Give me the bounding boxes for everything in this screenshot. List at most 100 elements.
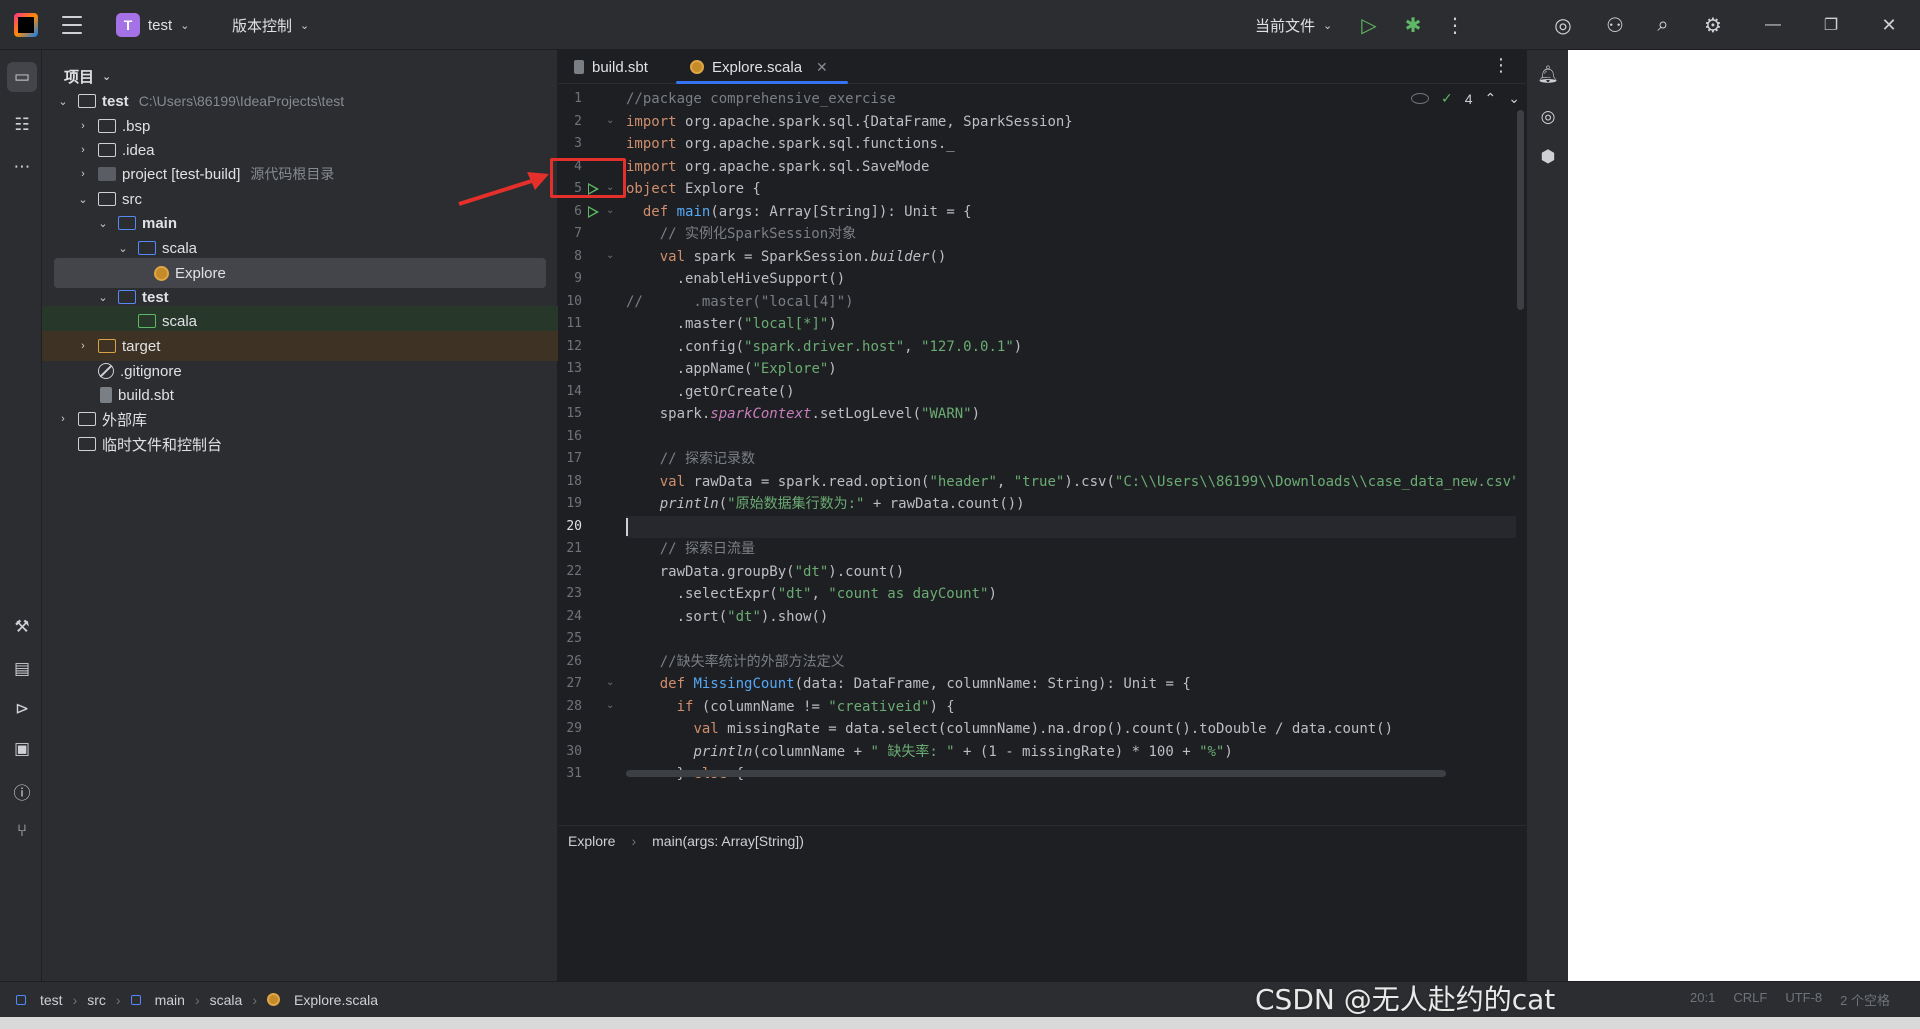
chevron-down-icon[interactable]: ⌄ [96, 291, 110, 304]
fold-chevron-icon[interactable]: ⌄ [606, 205, 614, 216]
project-switcher[interactable]: T test ⌄ [116, 0, 189, 50]
code-line[interactable]: import org.apache.spark.sql.SaveMode [626, 156, 929, 178]
code-line[interactable]: val missingRate = data.select(columnName… [626, 718, 1393, 740]
build-tool-icon[interactable]: ⚒ [9, 614, 35, 640]
vcs-menu[interactable]: 版本控制 ⌄ [232, 0, 309, 50]
project-panel-header[interactable]: 项目 ⌄ [64, 66, 111, 87]
notifications-icon[interactable]: 🔔︎ [1535, 62, 1561, 88]
status-crumb-separator: › [72, 991, 78, 1008]
horizontal-scrollbar[interactable] [626, 770, 1446, 777]
chevron-right-icon[interactable]: › [76, 340, 90, 352]
code-line[interactable]: .getOrCreate() [626, 381, 795, 403]
code-line[interactable]: println(columnName + " 缺失率: " + (1 - mis… [626, 741, 1232, 763]
vcs-menu-label: 版本控制 [232, 17, 293, 35]
code-line[interactable]: .enableHiveSupport() [626, 268, 846, 290]
fold-chevron-icon[interactable]: ⌄ [606, 677, 614, 688]
code-line[interactable]: .appName("Explore") [626, 358, 837, 380]
annotation-arrow [458, 172, 549, 206]
chevron-right-icon[interactable]: › [76, 144, 90, 156]
ai-assistant-icon[interactable]: ◎ [1550, 12, 1576, 38]
gutter-run-icon[interactable] [588, 205, 599, 218]
run-config-selector[interactable]: 当前文件 ⌄ [1255, 0, 1332, 50]
code-line[interactable]: def main(args: Array[String]): Unit = { [626, 201, 972, 223]
chevron-down-icon[interactable]: ⌄ [116, 242, 130, 255]
code-line[interactable]: import org.apache.spark.sql.{DataFrame, … [626, 111, 1073, 133]
code-with-me-icon[interactable]: ⚇ [1602, 12, 1628, 38]
code-line[interactable]: spark.sparkContext.setLogLevel("WARN") [626, 403, 980, 425]
code-line[interactable]: import org.apache.spark.sql.functions._ [626, 133, 955, 155]
ai-chat-icon[interactable]: ◎ [1535, 104, 1561, 130]
module-folder-icon [78, 94, 96, 108]
main-menu-icon[interactable] [62, 16, 82, 34]
chevron-right-icon[interactable]: › [56, 413, 70, 425]
status-crumb[interactable]: test [40, 992, 63, 1008]
code-line[interactable]: rawData.groupBy("dt").count() [626, 561, 904, 583]
status-crumb[interactable]: main [155, 992, 185, 1008]
code-line[interactable]: // 探索记录数 [626, 448, 755, 470]
services-tool-icon[interactable]: ▤ [9, 656, 35, 682]
minimize-icon[interactable]: — [1760, 12, 1786, 38]
code-line[interactable]: .config("spark.driver.host", "127.0.0.1"… [626, 336, 1023, 358]
code-line[interactable]: def MissingCount(data: DataFrame, column… [626, 673, 1191, 695]
tree-item-label: Explore [175, 264, 226, 282]
breadcrumb-item[interactable]: Explore [568, 833, 615, 849]
vertical-scrollbar[interactable] [1517, 110, 1524, 310]
indent-setting[interactable]: 2 个空格 [1840, 990, 1890, 1009]
git-tool-icon[interactable]: ⑂ [9, 818, 35, 844]
line-separator[interactable]: CRLF [1733, 990, 1767, 1009]
tab-explore-scala[interactable]: Explore.scala ✕ [676, 50, 848, 84]
tree-item-scratches[interactable]: 临时文件和控制台 [42, 429, 558, 459]
close-window-icon[interactable]: ✕ [1876, 12, 1902, 38]
line-number: 31 [566, 766, 582, 781]
search-icon[interactable]: ⌕ [1650, 12, 1676, 38]
status-bar: test › src › main › scala › Explore.scal… [0, 981, 1920, 1017]
code-line[interactable]: val rawData = spark.read.option("header"… [626, 471, 1516, 493]
close-tab-icon[interactable]: ✕ [816, 59, 828, 76]
more-actions-icon[interactable]: ⋮ [1442, 12, 1468, 38]
code-line[interactable]: // 实例化SparkSession对象 [626, 223, 856, 245]
chevron-down-icon[interactable]: ⌄ [76, 193, 90, 206]
code-line[interactable]: // .master("local[4]") [626, 291, 854, 313]
code-line[interactable]: .master("local[*]") [626, 313, 837, 335]
chevron-right-icon[interactable]: › [76, 120, 90, 132]
chevron-down-icon[interactable]: ⌄ [96, 217, 110, 230]
line-number: 11 [566, 316, 582, 331]
folder-icon [98, 119, 116, 133]
more-tools-icon[interactable]: ⋯ [9, 154, 35, 180]
problems-tool-icon[interactable]: ⓘ [9, 778, 35, 804]
status-crumb[interactable]: scala [210, 992, 243, 1008]
code-area[interactable]: //package comprehensive_exercise import o… [626, 84, 1516, 824]
terminal-tool-icon[interactable]: ▣ [9, 736, 35, 762]
code-line[interactable]: //缺失率统计的外部方法定义 [626, 651, 845, 673]
code-line[interactable]: if (columnName != "creativeid") { [626, 696, 955, 718]
code-line[interactable]: .sort("dt").show() [626, 606, 829, 628]
tab-build-sbt[interactable]: build.sbt [574, 50, 648, 84]
settings-gear-icon[interactable]: ⚙ [1700, 12, 1726, 38]
status-crumb[interactable]: src [87, 992, 106, 1008]
fold-chevron-icon[interactable]: ⌄ [606, 250, 614, 261]
database-icon[interactable]: ⬢ [1535, 144, 1561, 170]
code-line[interactable] [626, 515, 1516, 538]
structure-tool-icon[interactable]: ☷ [9, 112, 35, 138]
status-crumb[interactable]: Explore.scala [294, 992, 378, 1008]
chevron-down-icon[interactable]: ⌄ [56, 95, 70, 108]
chevron-right-icon[interactable]: › [76, 168, 90, 180]
project-tool-icon[interactable]: ▭ [7, 62, 37, 92]
folder-icon [98, 192, 116, 206]
code-line[interactable]: println("原始数据集行数为:" + rawData.count()) [626, 493, 1025, 515]
restore-icon[interactable]: ❐ [1818, 12, 1844, 38]
tab-options-icon[interactable]: ⋮ [1492, 55, 1510, 76]
caret-position[interactable]: 20:1 [1690, 990, 1715, 1009]
run-tool-icon[interactable]: ⊳ [9, 696, 35, 722]
debug-icon[interactable]: ✱ [1400, 12, 1426, 38]
run-icon[interactable]: ▷ [1356, 12, 1382, 38]
code-line[interactable]: val spark = SparkSession.builder() [626, 246, 947, 268]
code-line[interactable]: //package comprehensive_exercise [626, 88, 896, 110]
file-encoding[interactable]: UTF-8 [1785, 990, 1822, 1009]
code-line[interactable]: .selectExpr("dt", "count as dayCount") [626, 583, 997, 605]
breadcrumb-item[interactable]: main(args: Array[String]) [652, 833, 804, 849]
fold-chevron-icon[interactable]: ⌄ [606, 115, 614, 126]
fold-chevron-icon[interactable]: ⌄ [606, 700, 614, 711]
code-line[interactable]: // 探索日流量 [626, 538, 755, 560]
code-line[interactable]: object Explore { [626, 178, 761, 200]
